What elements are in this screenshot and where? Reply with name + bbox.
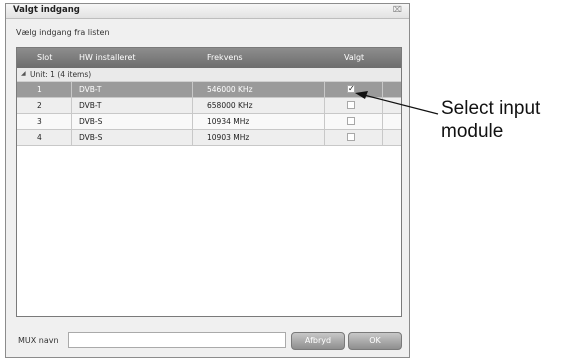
callout-text: Select input module xyxy=(441,97,540,143)
callout-line-2: module xyxy=(441,121,504,142)
callout-line-1: Select input xyxy=(441,98,541,119)
callout-arrow xyxy=(355,91,439,115)
